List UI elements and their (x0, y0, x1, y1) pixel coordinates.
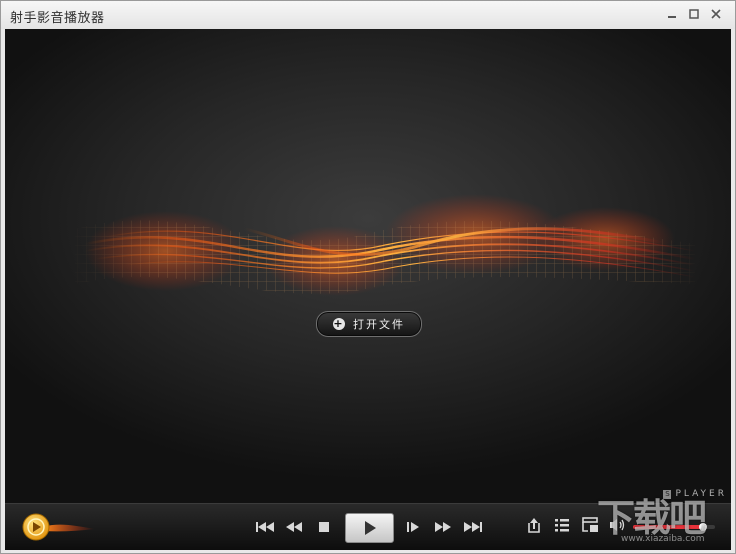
skip-next-icon (464, 522, 482, 532)
eject-icon (528, 518, 540, 533)
stop-button[interactable] (317, 518, 331, 536)
rewind-button[interactable] (284, 518, 304, 536)
play-button[interactable] (345, 513, 394, 543)
minimize-icon (668, 16, 676, 18)
next-button[interactable] (463, 518, 483, 536)
plus-circle-icon: + (333, 317, 345, 330)
open-file-label: 打开文件 (353, 318, 405, 331)
app-title: 射手影音播放器 (10, 11, 105, 26)
fast-forward-icon (435, 522, 451, 532)
maximize-button[interactable] (683, 3, 705, 25)
window-controls (661, 3, 727, 25)
brand-logo-icon[interactable] (19, 510, 97, 544)
frame-step-icon (406, 522, 419, 532)
playlist-button[interactable] (553, 516, 571, 534)
video-area[interactable]: + 打开文件 S PLAYER (5, 29, 731, 503)
close-icon (711, 9, 721, 19)
play-icon (364, 521, 376, 535)
wave-graphic (75, 194, 697, 296)
player-window: 射手影音播放器 + 打开文件 S PLAYER 下载吧 www.xiazaiba… (0, 0, 736, 554)
open-media-button[interactable] (525, 516, 543, 534)
watermark-url: www.xiazaiba.com (621, 534, 705, 544)
maximize-icon (689, 9, 699, 19)
skip-previous-icon (256, 522, 274, 532)
open-file-button[interactable]: + 打开文件 (316, 311, 422, 337)
stop-icon (319, 522, 329, 532)
title-bar[interactable]: 射手影音播放器 (1, 1, 735, 29)
close-button[interactable] (705, 3, 727, 25)
minimize-button[interactable] (661, 3, 683, 25)
frame-step-button[interactable] (405, 518, 421, 536)
fast-forward-button[interactable] (433, 518, 453, 536)
previous-button[interactable] (255, 518, 275, 536)
rewind-icon (286, 522, 302, 532)
playlist-icon (555, 519, 569, 532)
